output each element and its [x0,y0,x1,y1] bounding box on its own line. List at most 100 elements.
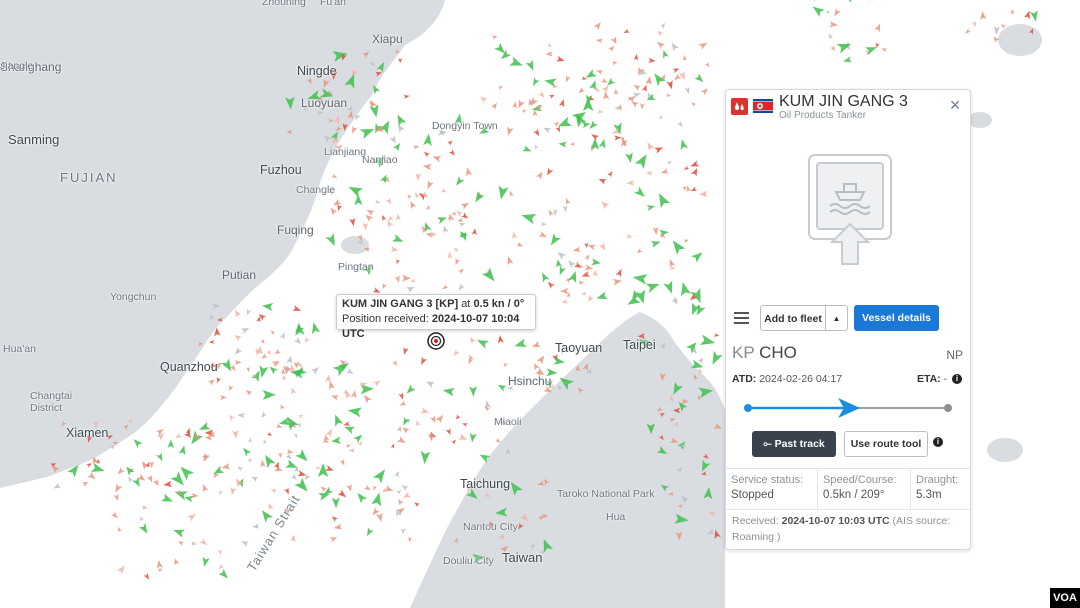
vessel-marker[interactable] [244,388,253,396]
vessel-marker[interactable] [260,338,266,345]
vessel-marker[interactable] [700,86,710,96]
vessel-marker[interactable] [139,516,144,522]
vessel-marker[interactable] [601,77,609,85]
vessel-marker[interactable] [659,229,669,237]
vessel-marker[interactable] [331,436,342,445]
vessel-marker[interactable] [172,557,180,566]
vessel-marker[interactable] [236,465,244,472]
vessel-marker[interactable] [615,268,625,278]
vessel-marker[interactable] [654,191,671,209]
vessel-marker[interactable] [645,170,653,176]
vessel-marker[interactable] [435,413,445,424]
close-icon[interactable]: × [946,96,964,114]
vessel-marker[interactable] [274,465,283,474]
vessel-marker[interactable] [547,42,553,49]
vessel-marker[interactable] [676,120,685,129]
vessel-marker[interactable] [505,255,514,266]
vessel-marker[interactable] [453,258,461,266]
vessel-marker[interactable] [626,233,633,239]
vessel-marker[interactable] [261,302,274,312]
vessel-marker[interactable] [520,210,537,225]
vessel-marker[interactable] [275,423,283,429]
vessel-marker[interactable] [270,487,277,494]
vessel-marker[interactable] [678,71,688,81]
vessel-marker[interactable] [993,26,1001,35]
vessel-marker[interactable] [713,332,720,338]
vessel-marker[interactable] [309,321,321,335]
vessel-marker[interactable] [691,167,700,177]
vessel-marker[interactable] [678,138,689,150]
vessel-marker[interactable] [558,141,567,148]
use-route-tool-button[interactable]: Use route tool [844,431,928,457]
vessel-marker[interactable] [421,191,429,200]
vessel-marker[interactable] [401,425,410,434]
vessel-marker[interactable] [290,473,298,481]
vessel-marker[interactable] [218,489,224,496]
vessel-marker[interactable] [547,209,554,217]
vessel-marker[interactable] [359,124,377,139]
vessel-marker[interactable] [232,346,243,357]
vessel-marker[interactable] [293,336,303,346]
vessel-marker[interactable] [521,108,527,114]
vessel-marker[interactable] [808,0,819,2]
vessel-marker[interactable] [539,271,550,283]
vessel-marker[interactable] [380,214,387,222]
vessel-marker[interactable] [593,20,603,31]
vessel-marker[interactable] [432,154,442,163]
vessel-marker[interactable] [329,535,338,543]
vessel-marker[interactable] [117,564,127,575]
vessel-marker[interactable] [394,275,402,284]
vessel-marker[interactable] [471,228,478,236]
vessel-marker[interactable] [448,149,457,157]
vessel-marker[interactable] [126,475,134,483]
vessel-marker[interactable] [538,231,548,239]
vessel-marker[interactable] [420,407,431,415]
vessel-marker[interactable] [250,474,259,482]
vessel-marker[interactable] [266,431,273,438]
vessel-marker[interactable] [827,32,834,40]
vessel-marker[interactable] [496,185,509,200]
vessel-marker[interactable] [464,167,473,177]
vessel-marker[interactable] [447,251,453,259]
vessel-marker[interactable] [178,445,188,456]
vessel-marker[interactable] [201,452,210,463]
vessel-marker[interactable] [221,463,231,471]
vessel-marker[interactable] [269,329,276,335]
vessel-marker[interactable] [669,237,686,255]
vessel-marker[interactable] [654,145,664,154]
vessel-marker[interactable] [259,459,266,468]
vessel-marker[interactable] [261,452,276,469]
vessel-marker[interactable] [598,138,608,149]
vessel-marker[interactable] [247,457,253,463]
vessel-marker[interactable] [971,20,978,28]
vessel-marker[interactable] [116,467,125,476]
vessel-marker[interactable] [414,419,421,427]
vessel-marker[interactable] [625,152,634,164]
vessel-marker[interactable] [499,49,512,62]
vessel-marker[interactable] [330,393,340,401]
vessel-marker[interactable] [522,145,532,154]
vessel-marker[interactable] [167,439,175,448]
vessel-marker[interactable] [262,439,268,445]
vessel-marker[interactable] [87,471,97,482]
vessel-marker[interactable] [460,200,471,210]
vessel-marker[interactable] [209,339,215,345]
vessel-marker[interactable] [584,253,591,261]
vessel-marker[interactable] [570,142,576,146]
vessel-marker[interactable] [220,395,227,401]
vessel-marker[interactable] [639,103,645,110]
vessel-marker[interactable] [665,93,672,98]
vessel-marker[interactable] [467,354,474,362]
vessel-marker[interactable] [339,459,347,467]
vessel-marker[interactable] [568,270,580,283]
vessel-marker[interactable] [345,443,352,449]
vessel-marker[interactable] [842,56,852,64]
vessel-marker[interactable] [403,94,411,100]
vessel-marker[interactable] [533,144,539,150]
vessel-marker[interactable] [683,238,690,243]
vessel-marker[interactable] [395,258,401,265]
vessel-marker[interactable] [402,347,409,355]
vessel-marker[interactable] [646,203,656,211]
vessel-marker[interactable] [635,248,643,255]
vessel-marker[interactable] [682,54,687,61]
